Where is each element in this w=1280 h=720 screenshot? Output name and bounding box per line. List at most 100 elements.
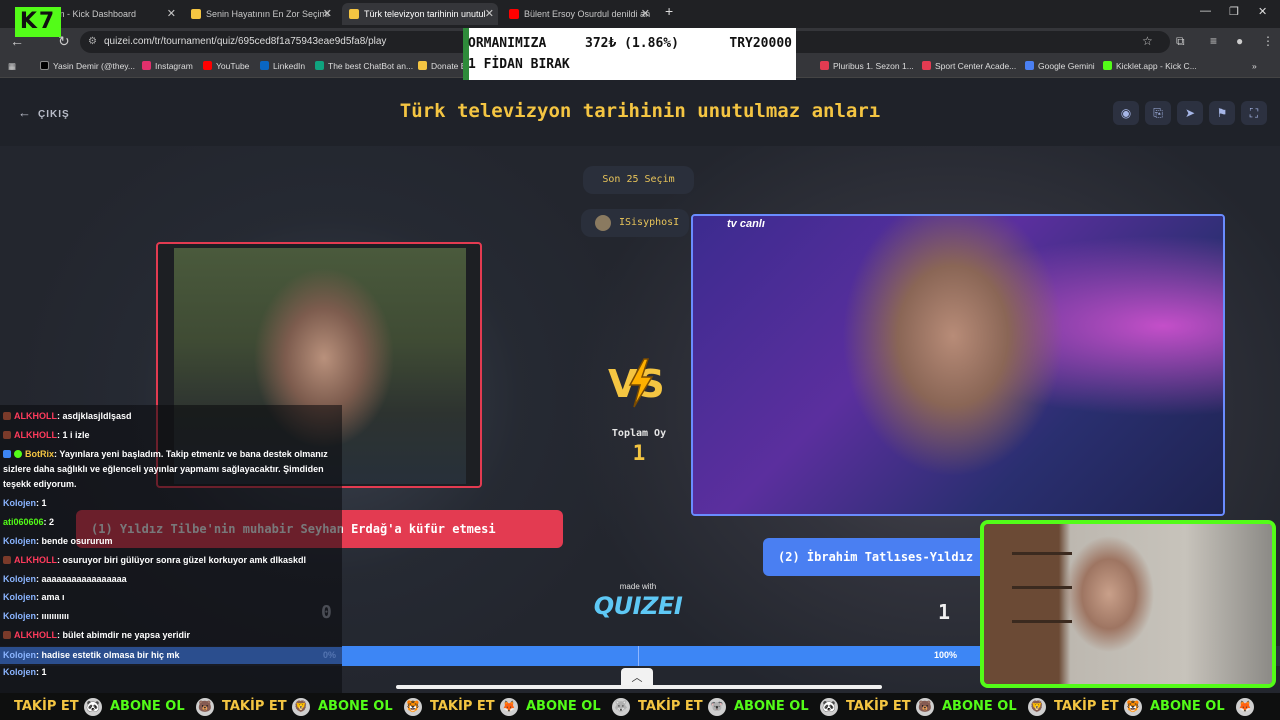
chat-text: : ama ı [36,592,65,602]
bookmark-chatbot[interactable]: The best ChatBot an... [315,61,413,71]
chat-message: Kolojen: 1 [3,498,47,508]
animal-icon: 🐼 [84,698,102,716]
tab-label: am - Kick Dashboard [52,9,137,19]
chat-message: Kolojen: aaaaaaaaaaaaaaaaa [3,574,127,584]
donate-icon [418,61,427,70]
flag-icon[interactable]: ⚑ [1209,101,1235,125]
chat-username: ALKHOLL [14,411,57,421]
option-2-vote-count: 1 [938,600,951,624]
ticker-text: TAKİP ET [638,699,703,714]
instagram-icon [142,61,151,70]
youtube-favicon-icon [509,9,519,19]
total-votes-value: 1 [632,441,646,465]
apps-grid-icon[interactable]: ▦ [8,61,16,72]
chat-username: BotRix [25,449,54,459]
close-tab-icon[interactable]: ✕ [641,3,650,25]
browser-tab-bar: am - Kick Dashboard ✕ Senin Hayatının En… [0,0,1280,28]
tab-turk-televizyon[interactable]: Türk televizyon tarihinin unutul ✕ [342,3,498,25]
send-icon[interactable]: ➤ [1177,101,1203,125]
url-text: quizei.com/tr/tournament/quiz/695ced8f1a… [104,36,387,47]
donation-goal-amount: 372₺ (1.86%) [585,36,679,51]
animal-icon: 🐼 [820,698,838,716]
animal-icon: 🐨 [708,698,726,716]
ticker-text: TAKİP ET [1054,699,1119,714]
bookmark-label: Yasin Demir (@they... [53,61,135,71]
bookmark-kicklet[interactable]: Kicklet.app - Kick C... [1103,61,1197,71]
option-2-button[interactable]: (2) İbrahim Tatlıses-Yıldız [763,538,993,576]
bookshelf [1012,620,1072,623]
site-info-icon[interactable]: ⚙ [88,31,97,53]
fullscreen-icon[interactable]: ⛶ [1241,101,1267,125]
chat-text: : ııııııııııı [36,611,70,621]
bookmark-label: The best ChatBot an... [328,61,414,71]
new-tab-icon[interactable]: + [665,3,673,19]
k7-channel-logo: K7 [15,7,61,37]
donation-goal-widget: ORMANIMIZA 372₺ (1.86%) TRY20000 1 FİDAN… [463,28,796,80]
ticker-text: ABONE OL [942,699,1017,714]
bookmark-instagram[interactable]: Instagram [142,61,193,71]
ticker-text: ABONE OL [526,699,601,714]
pluribus-icon [820,61,829,70]
bookmark-sport-center[interactable]: Sport Center Acade... [922,61,1016,71]
quizei-favicon-icon [191,9,201,19]
eye-icon[interactable]: ◉ [1113,101,1139,125]
bookmark-x[interactable]: Yasin Demir (@they... [40,61,135,71]
bookmark-youtube[interactable]: YouTube [203,61,249,71]
bookmark-pluribus[interactable]: Pluribus 1. Sezon 1... [820,61,914,71]
chat-text: : hadise estetik olmasa bir hiç mk [36,650,180,660]
bookmark-star-icon[interactable]: ☆ [1142,34,1153,48]
chat-text: : bende osururum [36,536,113,546]
tab-bulent-ersoy[interactable]: Bülent Ersoy Osurdul denildi an ✕ [502,3,654,25]
chat-text: : 2 [43,517,55,527]
close-tab-icon[interactable]: ✕ [323,3,332,25]
bookmark-donate[interactable]: Donate B [418,61,466,71]
chat-message: ALKHOLL: 1 i izle [3,430,90,440]
last-choices-button[interactable]: Son 25 Seçim [583,166,694,194]
bot-badge-icon [3,450,11,458]
tab-label: Senin Hayatının En Zor Seçimi [206,9,330,19]
bookmark-linkedin[interactable]: LinkedIn [260,61,305,71]
chat-message: ALKHOLL: asdjklasjldlşasd [3,411,132,421]
tab-hayatin-en-zor-secimi[interactable]: Senin Hayatının En Zor Seçimi ✕ [184,3,336,25]
youtube-icon [203,61,212,70]
close-window-icon[interactable]: ✕ [1258,5,1267,18]
chat-text: : bület abimdir ne yapsa yeridir [57,630,191,640]
close-tab-icon[interactable]: ✕ [167,3,176,25]
user-badge-icon [3,631,11,639]
ticker-text: TAKİP ET [430,699,495,714]
animal-icon: 🦊 [1236,698,1254,716]
chat-username: Kolojen [3,536,36,546]
kicklet-icon [1103,61,1112,70]
more-bookmarks-icon[interactable]: » [1252,61,1257,71]
tab-label: Türk televizyon tarihinin unutul [364,9,486,19]
quiz-title: Türk televizyon tarihinin unutulmaz anla… [399,100,881,122]
scroll-track[interactable] [396,685,882,689]
chat-username: Kolojen [3,667,36,677]
bookmark-label: Sport Center Acade... [935,61,1017,71]
bookshelf [1012,552,1072,555]
animal-icon: 🦁 [292,698,310,716]
ticker-text: TAKİP ET [222,699,287,714]
menu-kebab-icon[interactable]: ⋮ [1262,34,1274,48]
bookmark-gemini[interactable]: Google Gemini [1025,61,1095,71]
chatbot-icon [315,61,324,70]
chat-username: Kolojen [3,650,36,660]
share-icon[interactable]: ⎘ [1145,101,1171,125]
profile-avatar-icon[interactable]: ● [1236,34,1243,48]
option-2-card[interactable]: tv canlı [691,214,1225,516]
option-2-image [693,216,1223,514]
chat-message: Kolojen: bende osururum [3,536,113,546]
close-tab-icon[interactable]: ✕ [485,3,494,25]
chat-username: ALKHOLL [14,555,57,565]
extensions-icon[interactable]: ⧉ [1176,34,1185,49]
minimize-icon[interactable]: — [1200,5,1211,17]
gemini-icon [1025,61,1034,70]
animal-icon: 🐺 [612,698,630,716]
vote-progress-fill [342,646,980,666]
maximize-icon[interactable]: ❐ [1229,5,1239,18]
bookmark-label: Google Gemini [1038,61,1095,71]
quizei-logo[interactable]: QUIZEI [586,592,690,620]
donation-goal-title: ORMANIMIZA [468,36,547,51]
chat-message: ALKHOLL: osuruyor biri gülüyor sonra güz… [3,555,306,565]
media-icon[interactable]: ≡ [1210,34,1217,48]
